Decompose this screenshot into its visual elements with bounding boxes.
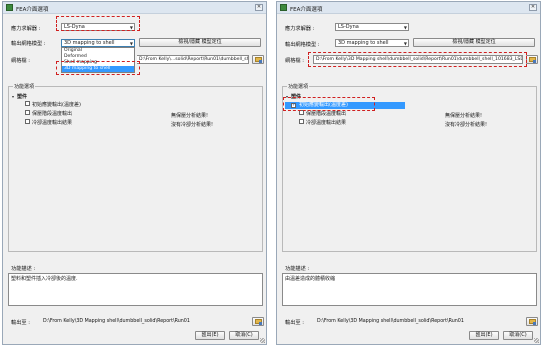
view-model-position-button[interactable]: 檢視/隱藏 模型定位 (139, 38, 261, 47)
window-title: FEA介面選項 (290, 7, 323, 13)
close-icon[interactable]: ✕ (255, 4, 263, 11)
mesh-output-dropdown-list: Original Deformed Shell mapping 3D mappi… (61, 47, 135, 73)
tree-item-packing-temperature[interactable]: 保壓階段溫度輸出 (299, 110, 347, 118)
mesh-file-label: 網格檔 : (11, 58, 30, 64)
tree-item-packing-temperature[interactable]: 保壓階段溫度輸出 (25, 110, 73, 118)
function-options-title: 功能選項 (13, 83, 36, 90)
folder-icon (255, 57, 262, 63)
description-text: 由溫差造成的體積收縮 (285, 276, 336, 282)
tree-item-label: 初始應變輸出(溫度差) (32, 102, 81, 108)
mesh-output-label: 輸出網格模型 : (11, 41, 46, 47)
cooling-result-note: 沒有冷卻分析結果! (445, 122, 488, 128)
tree-item-label: 保壓階段溫度輸出 (32, 111, 73, 117)
mesh-file-path-field[interactable]: D:\From Kelly\...solid\Report\Run01\dumb… (137, 55, 249, 64)
tree-root-label: 塑件 (291, 94, 302, 100)
browse-mesh-file-button[interactable] (526, 55, 538, 64)
tree-item-initial-strain[interactable]: 初始應變輸出(溫度差) (25, 101, 81, 109)
chevron-down-icon: ▼ (403, 41, 407, 46)
function-options-title: 功能選項 (287, 83, 310, 90)
folder-icon (529, 57, 536, 63)
description-label: 功能描述 : (285, 266, 310, 272)
solver-label: 應力求解器 : (11, 26, 41, 32)
packing-result-note: 無保壓分析結果! (445, 113, 483, 119)
export-button[interactable]: 匯出(E) (195, 331, 225, 340)
solver-label: 應力求解器 : (285, 26, 315, 32)
mesh-output-combobox[interactable]: 3D mapping to shell ▼ (335, 39, 409, 47)
resize-grip[interactable] (260, 338, 265, 343)
fea-options-dialog-left: FEA介面選項 ✕ 應力求解器 : LS-Dyna ▼ 輸出網格模型 : 3D … (2, 1, 267, 345)
packing-result-note: 無保壓分析結果! (171, 113, 209, 119)
browse-output-button[interactable] (526, 317, 538, 326)
browse-mesh-file-button[interactable] (252, 55, 264, 64)
solver-combobox[interactable]: LS-Dyna ▼ (335, 23, 409, 31)
solver-value: LS-Dyna (64, 24, 85, 30)
output-path: D:\From Kelly\3D Mapping shell\dumbbell_… (317, 319, 464, 324)
tree-root-plastic-part[interactable]: ▾ 塑件 (286, 93, 301, 100)
tree-item-label: 初始應變輸出(溫度差) (299, 102, 348, 108)
browse-output-button[interactable] (252, 317, 264, 326)
description-box: 塑料和塑件插入冷卻後的溫度. (8, 273, 263, 306)
checkbox[interactable] (299, 119, 304, 124)
chevron-down-icon: ▼ (403, 25, 407, 30)
cancel-button[interactable]: 取消(C) (229, 331, 259, 340)
mesh-output-value: 3D mapping to shell (338, 40, 389, 46)
fea-options-dialog-right: FEA介面選項 ✕ 應力求解器 : LS-Dyna ▼ 輸出網格模型 : 3D … (276, 1, 541, 345)
chevron-down-icon: ▼ (129, 25, 133, 30)
tree-item-label: 冷卻溫度輸出結果 (306, 120, 347, 126)
app-icon (280, 4, 287, 11)
view-model-position-button[interactable]: 檢視/隱藏 模型定位 (413, 38, 535, 47)
title-bar: FEA介面選項 ✕ (3, 2, 266, 14)
folder-icon (255, 319, 262, 325)
mesh-output-label: 輸出網格模型 : (285, 42, 320, 48)
checkbox[interactable] (25, 119, 30, 124)
folder-icon (529, 319, 536, 325)
tree-item-label: 保壓階段溫度輸出 (306, 111, 347, 117)
solver-value: LS-Dyna (338, 24, 359, 30)
tree-root-plastic-part[interactable]: ▾ 塑件 (12, 93, 27, 100)
mesh-file-path-field[interactable]: D:\From Kelly\3D Mapping shell\dumbbell_… (313, 55, 523, 64)
cancel-button[interactable]: 取消(C) (503, 331, 533, 340)
app-icon (6, 4, 13, 11)
export-button[interactable]: 匯出(E) (469, 331, 499, 340)
description-text: 塑料和塑件插入冷卻後的溫度. (11, 276, 78, 282)
output-label: 輸出至 : (11, 320, 30, 326)
tree-root-label: 塑件 (17, 94, 28, 100)
checkbox[interactable] (299, 110, 304, 115)
chevron-down-icon: ▼ (129, 41, 133, 46)
close-icon[interactable]: ✕ (529, 4, 537, 11)
cooling-result-note: 沒有冷卻分析結果! (171, 122, 214, 128)
window-title: FEA介面選項 (16, 7, 49, 13)
title-bar: FEA介面選項 ✕ (277, 2, 540, 14)
tree-item-label: 冷卻溫度輸出結果 (32, 120, 73, 126)
tree-item-cooling-temperature[interactable]: 冷卻溫度輸出結果 (299, 119, 347, 127)
description-box: 由溫差造成的體積收縮 (282, 273, 537, 306)
resize-grip[interactable] (534, 338, 539, 343)
description-label: 功能描述 : (11, 266, 36, 272)
checkbox[interactable] (25, 110, 30, 115)
output-path: D:\From Kelly\3D Mapping shell\dumbbell_… (43, 319, 190, 324)
mesh-output-value: 3D mapping to shell (64, 40, 115, 46)
mesh-file-label: 網格檔 : (285, 58, 304, 64)
tree-item-initial-strain-selected[interactable]: 初始應變輸出(溫度差) (285, 102, 405, 109)
output-label: 輸出至 : (285, 320, 304, 326)
checkbox[interactable] (25, 101, 30, 106)
solver-combobox[interactable]: LS-Dyna ▼ (61, 23, 135, 31)
mesh-output-combobox[interactable]: 3D mapping to shell ▼ (61, 39, 135, 47)
dropdown-option-selected[interactable]: 3D mapping to shell (62, 66, 134, 72)
tree-item-cooling-temperature[interactable]: 冷卻溫度輸出結果 (25, 119, 73, 127)
checkbox-checked[interactable] (291, 102, 296, 108)
